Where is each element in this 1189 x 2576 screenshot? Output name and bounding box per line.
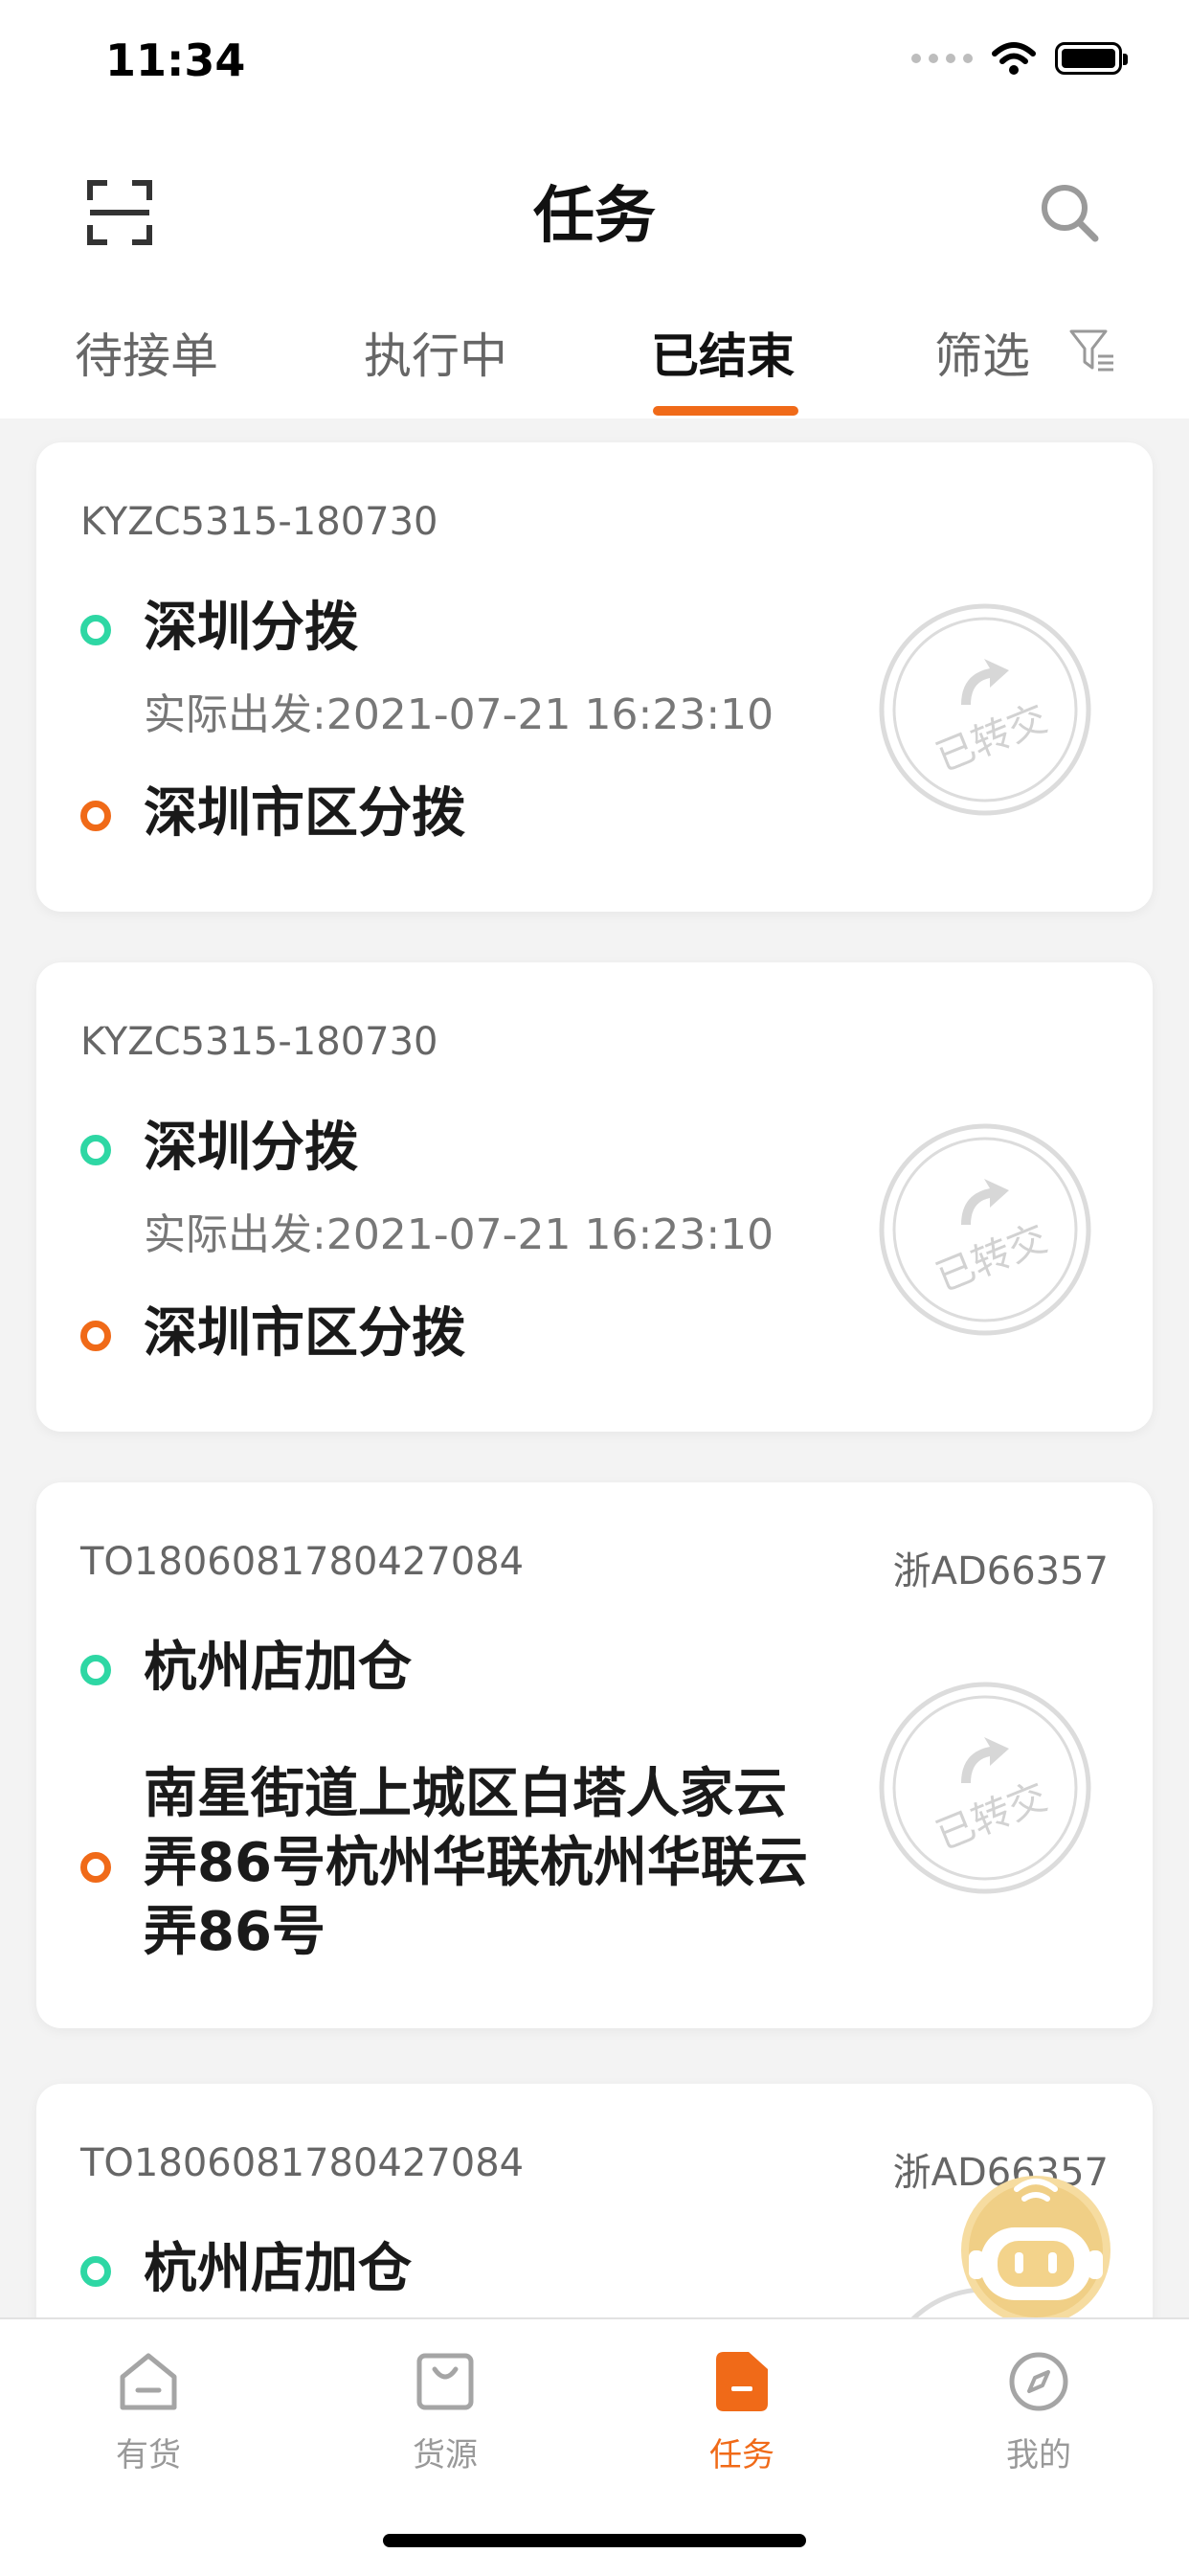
destination-dot-icon xyxy=(80,1321,111,1351)
tab-finished[interactable]: 已结束 xyxy=(651,318,795,387)
origin-dot-icon xyxy=(80,1135,111,1165)
bag-icon xyxy=(416,2353,474,2410)
order-number: TO1806081780427084 xyxy=(80,2141,525,2185)
origin-dot-icon xyxy=(80,1655,111,1685)
filter-icon[interactable] xyxy=(1067,326,1117,375)
task-card[interactable]: KYZC5315-180730 深圳分拨 实际出发:2021-07-21 16:… xyxy=(36,442,1153,912)
nav-item-wode[interactable]: 我的 xyxy=(943,2348,1134,2475)
destination-dot-icon xyxy=(80,1852,111,1883)
task-card[interactable]: KYZC5315-180730 深圳分拨 实际出发:2021-07-21 16:… xyxy=(36,962,1153,1432)
tab-bar: 待接单 执行中 已结束 筛选 xyxy=(0,280,1189,418)
origin-name: 深圳分拨 xyxy=(144,1117,358,1179)
search-icon[interactable] xyxy=(1036,179,1103,246)
page-title: 任务 xyxy=(533,181,656,252)
transferred-stamp-icon: 已转交 xyxy=(879,603,1091,816)
task-icon xyxy=(716,2352,768,2411)
departure-time: 实际出发:2021-07-21 16:23:10 xyxy=(144,690,774,739)
origin-name: 杭州店加仓 xyxy=(144,1637,412,1699)
nav-label: 货源 xyxy=(413,2436,478,2474)
tab-filter[interactable]: 筛选 xyxy=(934,318,1030,387)
order-number: KYZC5315-180730 xyxy=(80,500,438,544)
signal-icon xyxy=(911,54,973,63)
status-time: 11:34 xyxy=(105,34,246,86)
origin-dot-icon xyxy=(80,2256,111,2287)
home-icon xyxy=(120,2353,177,2410)
wifi-icon xyxy=(992,42,1036,75)
transferred-stamp-icon: 已转交 xyxy=(879,1682,1091,1894)
nav-label: 我的 xyxy=(1006,2436,1071,2474)
order-number: TO1806081780427084 xyxy=(80,1540,525,1584)
departure-time: 实际出发:2021-07-21 16:23:10 xyxy=(144,1210,774,1259)
nav-item-renwu[interactable]: 任务 xyxy=(646,2348,838,2475)
tab-pending[interactable]: 待接单 xyxy=(75,318,218,387)
destination-dot-icon xyxy=(80,801,111,831)
order-number: KYZC5315-180730 xyxy=(80,1020,438,1064)
svg-text:已转交: 已转交 xyxy=(931,1216,1053,1300)
assistant-robot-icon[interactable] xyxy=(959,2166,1112,2327)
origin-name: 深圳分拨 xyxy=(144,597,358,659)
plate-number: 浙AD66357 xyxy=(892,1549,1109,1593)
origin-name: 杭州店加仓 xyxy=(144,2238,412,2300)
nav-label: 任务 xyxy=(709,2436,774,2474)
nav-label: 有货 xyxy=(116,2436,181,2474)
tab-in-progress[interactable]: 执行中 xyxy=(364,318,507,387)
task-card[interactable]: TO1806081780427084 浙AD66357 杭州店加仓 南星街道上城… xyxy=(36,1482,1153,2028)
origin-dot-icon xyxy=(80,615,111,645)
transferred-stamp-icon: 已转交 xyxy=(879,1123,1091,1336)
nav-item-huoyuan[interactable]: 货源 xyxy=(349,2348,541,2475)
battery-icon xyxy=(1055,42,1128,75)
compass-icon xyxy=(1009,2352,1068,2411)
destination-name: 南星街道上城区白塔人家云弄86号杭州华联杭州华联云弄86号 xyxy=(144,1763,808,1963)
tab-active-indicator xyxy=(653,406,798,416)
destination-name: 深圳市区分拨 xyxy=(144,1302,465,1365)
svg-text:已转交: 已转交 xyxy=(931,696,1053,780)
svg-text:已转交: 已转交 xyxy=(931,1774,1053,1859)
nav-item-youhuo[interactable]: 有货 xyxy=(53,2348,244,2475)
status-bar: 11:34 xyxy=(0,0,1189,126)
destination-name: 深圳市区分拨 xyxy=(144,782,465,845)
home-indicator xyxy=(383,2534,806,2547)
header: 任务 xyxy=(0,126,1189,280)
